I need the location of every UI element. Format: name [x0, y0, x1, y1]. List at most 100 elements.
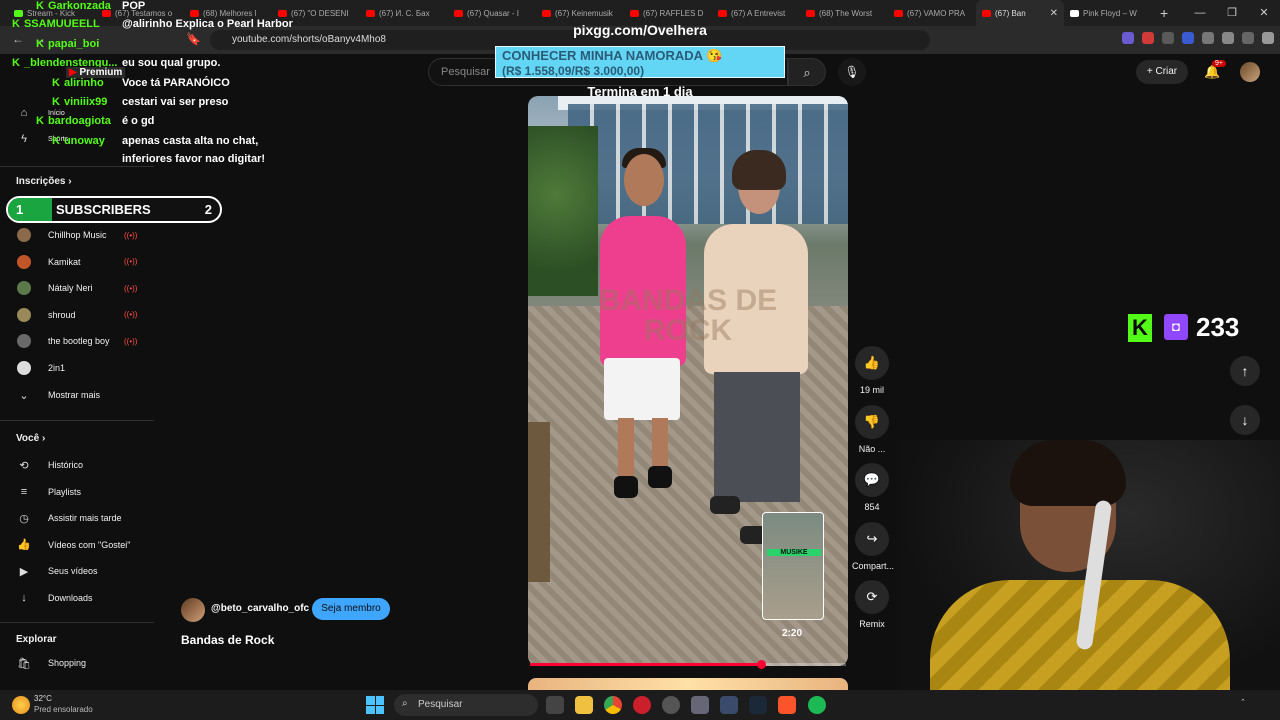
action-like[interactable]: 👍 19 mil [852, 346, 892, 395]
sidebar-item-subscription[interactable]: the bootleg boy ((•)) [0, 328, 154, 354]
sidebar-item-you[interactable]: ◷ Assistir mais tarde [0, 505, 154, 531]
dislike-icon[interactable]: 👎 [855, 404, 889, 439]
chat-user-name: bardoagiota [47, 115, 111, 127]
channel-avatar [17, 307, 31, 322]
extension-icon[interactable] [1242, 32, 1254, 44]
system-tray[interactable]: ⌃ [1240, 698, 1246, 706]
next-short-preview[interactable] [528, 678, 848, 690]
show-more-button[interactable]: ⌄ Mostrar mais [0, 382, 154, 408]
subscriptions-heading[interactable]: Inscrições › [16, 176, 72, 187]
microphone-icon[interactable]: 🎙 [838, 58, 866, 86]
sidebar-item-subscription[interactable]: Nátaly Neri ((•)) [0, 275, 154, 301]
sidebar-item-label: Nátaly Neri [48, 283, 93, 294]
video-progress-knob[interactable] [756, 660, 766, 669]
channel-name[interactable]: @beto_carvalho_ofc [211, 603, 309, 614]
chrome-icon[interactable] [604, 696, 622, 714]
sidebar-item-subscription[interactable]: Kamikat ((•)) [0, 249, 154, 275]
app-icon[interactable] [691, 696, 709, 714]
live-icon: ((•)) [124, 336, 138, 346]
kick-logo-icon: K [1128, 314, 1152, 342]
browser-tab[interactable]: (67) VAMO PRA [888, 0, 976, 26]
app-icon[interactable] [720, 696, 738, 714]
remix-icon[interactable]: ⟳ [855, 580, 889, 614]
sidebar-item-subscription[interactable]: 2in1 [0, 355, 154, 381]
weather-icon[interactable] [12, 696, 30, 714]
opera-icon[interactable] [633, 696, 651, 714]
picture-in-picture-thumbnail[interactable]: MUSIKE [762, 512, 824, 620]
action-share[interactable]: ↪ Compart... [852, 521, 894, 571]
previous-short-button[interactable]: ↑ [1230, 356, 1260, 386]
create-label: Criar [1155, 66, 1178, 77]
action-remix[interactable]: ⟳ Remix [852, 580, 892, 629]
video-title[interactable]: Bandas de Rock [181, 633, 274, 647]
browser-tab[interactable]: (67) И. С. Бах [360, 0, 448, 26]
sidebar-item-explore[interactable]: 🛍 Shopping [0, 650, 154, 676]
action-comments[interactable]: 💬 854 [852, 463, 892, 512]
action-dislike[interactable]: 👎 Não ... [852, 404, 892, 454]
sidebar-item-you[interactable]: ≡ Playlists [0, 479, 154, 505]
start-icon[interactable] [366, 696, 384, 714]
search-placeholder: Pesquisar [441, 66, 490, 78]
history-icon: ⟲ [19, 459, 29, 472]
playlists-icon: ≡ [20, 485, 28, 498]
next-short-button[interactable]: ↓ [1230, 405, 1260, 435]
obs-icon[interactable] [662, 696, 680, 714]
live-icon: ((•)) [124, 230, 138, 240]
tab-label: (67) "O DESENI [291, 8, 349, 18]
browser-tab[interactable]: Pink Floyd – W [1064, 0, 1152, 26]
person-left-shoe [648, 466, 672, 488]
you-heading[interactable]: Você › [16, 433, 45, 444]
extension-icon[interactable] [1142, 32, 1154, 44]
extension-icon[interactable] [1122, 32, 1134, 44]
join-button[interactable]: Seja membro [312, 598, 390, 620]
browser-tab[interactable]: (67) Ban ✕ [976, 0, 1064, 26]
settings-icon[interactable] [1262, 32, 1274, 44]
close-window-icon[interactable]: ✕ [1248, 0, 1280, 26]
sidebar-item-you[interactable]: ⟲ Histórico [0, 452, 154, 478]
bookmark-icon[interactable]: 🔖 [186, 32, 201, 46]
steam-icon[interactable] [749, 696, 767, 714]
brave-icon[interactable] [778, 696, 796, 714]
tab-strip-start [0, 0, 8, 26]
new-tab-icon[interactable]: + [1152, 5, 1176, 21]
extension-icon[interactable] [1162, 32, 1174, 44]
channel-avatar [17, 281, 31, 296]
account-avatar[interactable] [1240, 62, 1260, 82]
taskbar-search[interactable]: Pesquisar [394, 694, 538, 716]
channel-avatar [17, 334, 31, 349]
extension-icon[interactable] [1222, 32, 1234, 44]
youtube-logo-icon: ▶ [69, 67, 77, 78]
browser-tab[interactable]: (68) The Worst [800, 0, 888, 26]
task-view-icon[interactable] [546, 696, 564, 714]
comments-icon[interactable]: 💬 [855, 463, 889, 497]
sidebar-item-label: Downloads [48, 593, 93, 603]
donation-goal-box: CONHECER MINHA NAMORADA 😘 (R$ 1.558,09/R… [495, 46, 785, 78]
back-icon[interactable]: ← [12, 32, 24, 46]
chat-message: é o gd [122, 115, 155, 127]
file-explorer-icon[interactable] [575, 696, 593, 714]
sidebar-item-subscription[interactable]: Chillhop Music ((•)) [0, 222, 154, 248]
sidebar-item-you[interactable]: ↓ Downloads [0, 585, 154, 611]
person-left-leg [652, 418, 668, 470]
extension-icon[interactable] [1182, 32, 1194, 44]
sidebar-item-you[interactable]: ▶ Seus vídeos [0, 558, 154, 584]
spotify-icon[interactable] [808, 696, 826, 714]
kick-badge-icon: K [12, 57, 20, 69]
shorts-video-player[interactable]: BANDAS DE ROCK MUSIKE 2:20 [528, 96, 848, 666]
video-progress-bar[interactable] [530, 660, 846, 669]
restore-icon[interactable]: ❐ [1216, 0, 1248, 26]
kick-badge-icon: K [52, 96, 60, 108]
sidebar-item-subscription[interactable]: shroud ((•)) [0, 302, 154, 328]
create-button[interactable]: + Criar [1136, 60, 1188, 84]
tab-label: (67) Quasar - I [467, 8, 520, 18]
live-icon: ((•)) [124, 283, 138, 293]
search-icon[interactable]: ⌕ [788, 58, 826, 86]
sidebar-item-you[interactable]: 👍 Vídeos com "Gostei" [0, 532, 154, 558]
channel-avatar[interactable] [181, 598, 205, 622]
like-icon[interactable]: 👍 [855, 346, 889, 380]
share-icon[interactable]: ↪ [855, 521, 889, 556]
arrow-down-icon: ↓ [1241, 412, 1249, 428]
minimize-icon[interactable]: — [1184, 0, 1216, 26]
extension-icon[interactable] [1202, 32, 1214, 44]
close-icon[interactable]: ✕ [1050, 8, 1058, 19]
